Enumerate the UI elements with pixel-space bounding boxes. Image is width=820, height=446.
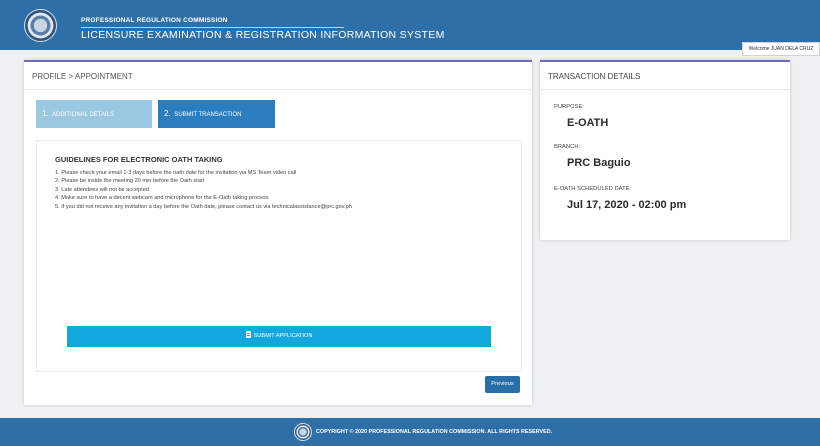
scheduled-date-label: E-OATH SCHEDULED DATE: [554,186,632,192]
list-item: 4. Make sure to have a decent webcam and… [55,195,269,202]
breadcrumb: PROFILE > APPOINTMENT [32,72,133,81]
step-submit-transaction[interactable]: 2. SUBMIT TRANSACTION [158,100,275,128]
transaction-details-title: TRANSACTION DETAILS [548,72,641,81]
org-name: PROFESSIONAL REGULATION COMMISSION [81,17,228,24]
branch-label: BRANCH: [554,144,581,150]
app-header: PROFESSIONAL REGULATION COMMISSION LICEN… [0,0,820,50]
submit-label: SUBMIT APPLICATION [253,333,313,339]
list-item: 1. Please check your email 1-3 days befo… [55,170,297,176]
guidelines-title: GUIDELINES FOR ELECTRONIC OATH TAKING [55,155,223,164]
app-footer: COPYRIGHT © 2020 PROFESSIONAL REGULATION… [0,418,820,446]
header-divider [81,27,344,28]
panel-divider [24,89,532,90]
appointment-panel: PROFILE > APPOINTMENT 1. ADDITIONAL DETA… [24,60,532,405]
document-icon [245,331,251,338]
purpose-value: E-OATH [567,117,609,129]
copyright-text: COPYRIGHT © 2020 PROFESSIONAL REGULATION… [316,429,553,435]
prc-seal-icon [294,423,312,441]
guidelines-list: 1. Please check your email 1-3 days befo… [55,169,352,211]
guidelines-box: GUIDELINES FOR ELECTRONIC OATH TAKING 1.… [36,140,522,372]
list-item: 5. If you did not receive any invitation… [55,203,352,210]
user-welcome-menu[interactable]: Welcome JUAN DELA CRUZ [742,42,820,56]
step-additional-details[interactable]: 1. ADDITIONAL DETAILS [36,100,152,128]
panel-divider [540,89,790,90]
list-item: 3. Late attendees will not be accepted [55,186,149,193]
transaction-details-panel: TRANSACTION DETAILS PURPOSE: E-OATH BRAN… [540,60,790,240]
scheduled-date-value: Jul 17, 2020 - 02:00 pm [567,199,687,211]
step-label: SUBMIT TRANSACTION [174,112,242,118]
list-item: 2. Please be inside the meeting 20 min b… [55,178,205,185]
step-label: ADDITIONAL DETAILS [52,112,115,118]
system-name: LICENSURE EXAMINATION & REGISTRATION INF… [81,29,445,41]
step-number: 2. [164,109,171,118]
previous-button[interactable]: Previous [485,376,520,393]
step-number: 1. [42,109,49,118]
purpose-label: PURPOSE: [554,104,584,110]
prc-seal-icon [24,9,57,42]
branch-value: PRC Baguio [567,157,631,169]
submit-application-button[interactable]: SUBMIT APPLICATION [67,326,491,347]
